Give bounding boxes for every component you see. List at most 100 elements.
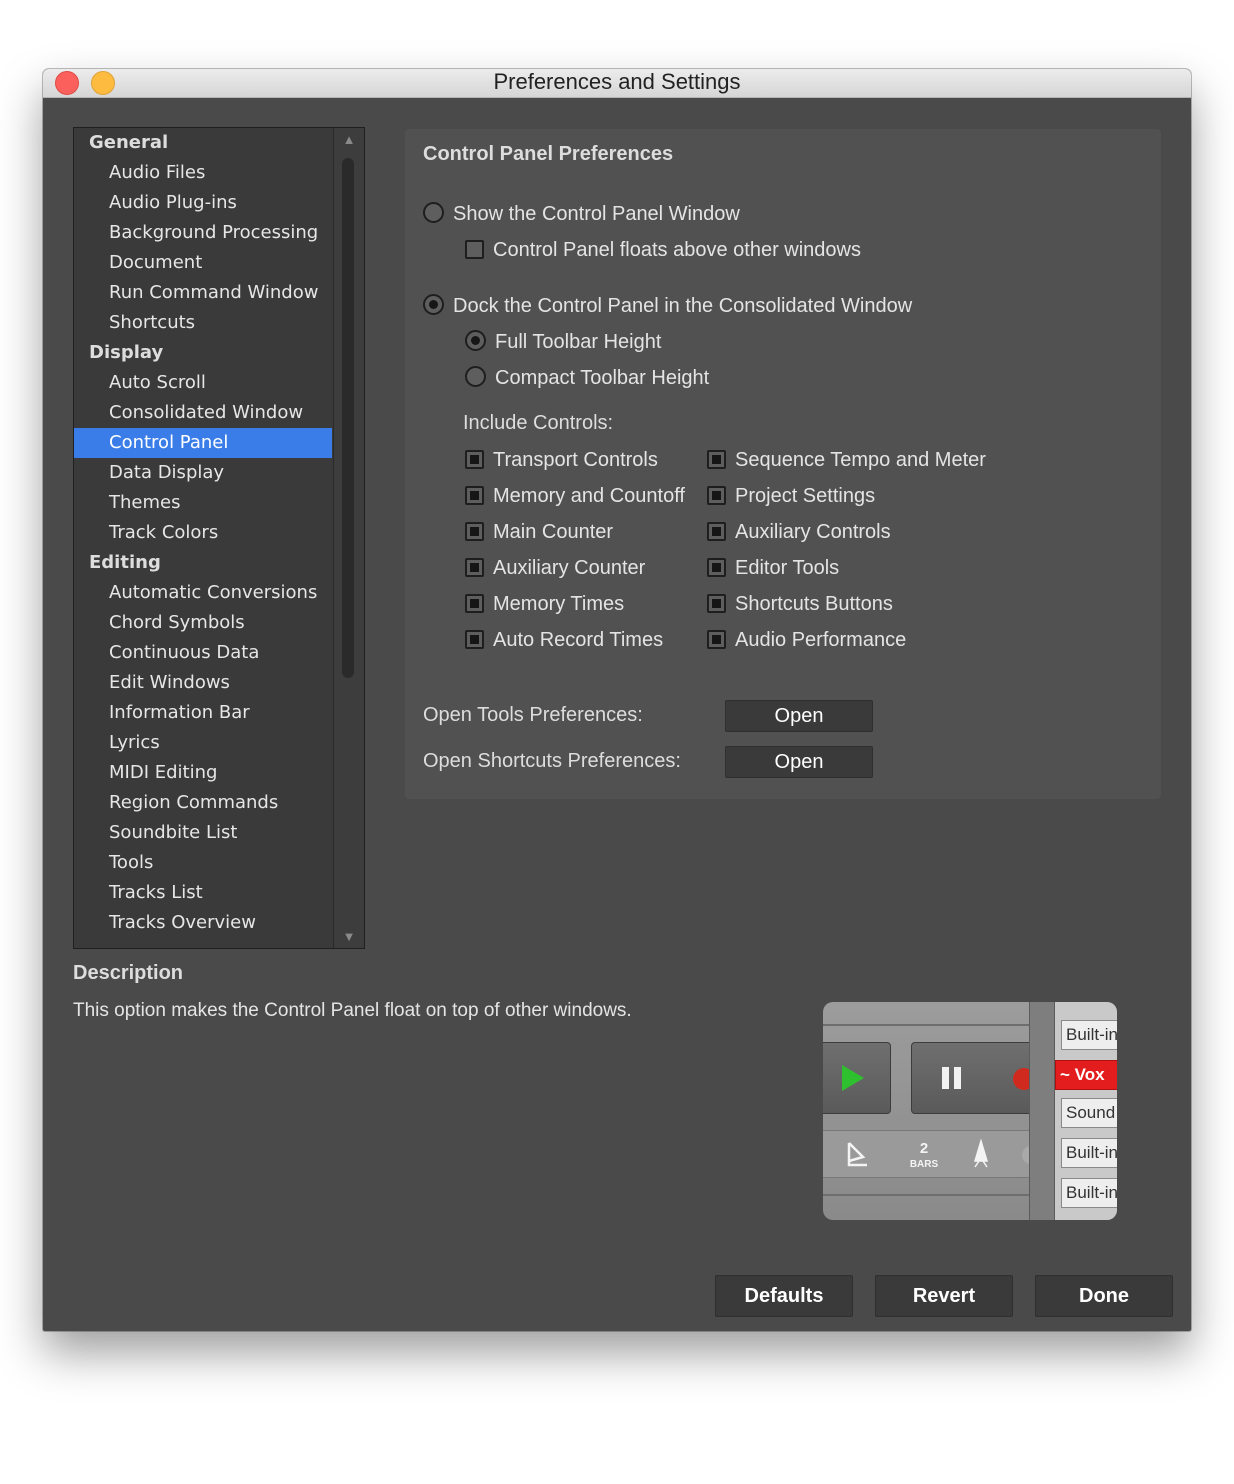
include-control-label: Project Settings <box>735 485 876 507</box>
sidebar-item[interactable]: Chord Symbols <box>74 608 332 638</box>
sidebar-item[interactable]: Tracks Overview <box>74 908 332 938</box>
sidebar-item[interactable]: Continuous Data <box>74 638 332 668</box>
sidebar-item[interactable]: Document <box>74 248 332 278</box>
include-control-checkbox[interactable]: Audio Performance <box>707 628 906 652</box>
checkbox-icon[interactable] <box>707 522 726 541</box>
sidebar-item[interactable]: Automatic Conversions <box>74 578 332 608</box>
include-control-checkbox[interactable]: Main Counter <box>465 520 613 544</box>
control-panel-preferences: Control Panel Preferences Show the Contr… <box>405 129 1161 799</box>
checkbox-icon[interactable] <box>707 558 726 577</box>
sidebar-item[interactable]: Run Command Window <box>74 278 332 308</box>
sidebar-item[interactable]: Lyrics <box>74 728 332 758</box>
preview-pause-button <box>911 1042 1035 1114</box>
sidebar-scrollbar[interactable]: ▲ ▼ <box>333 128 364 948</box>
sidebar-item[interactable]: Track Colors <box>74 518 332 548</box>
checkbox-icon[interactable] <box>707 630 726 649</box>
show-control-panel-radio[interactable]: Show the Control Panel Window <box>423 202 740 226</box>
dock-control-panel-radio[interactable]: Dock the Control Panel in the Consolidat… <box>423 294 912 318</box>
window-title: Preferences and Settings <box>493 69 741 94</box>
full-toolbar-height-radio[interactable]: Full Toolbar Height <box>465 330 661 354</box>
defaults-button[interactable]: Defaults <box>715 1275 853 1317</box>
checkbox-icon[interactable] <box>465 522 484 541</box>
sidebar-item[interactable]: Soundbite List <box>74 818 332 848</box>
include-control-checkbox[interactable]: Memory and Countoff <box>465 484 685 508</box>
play-icon <box>842 1065 864 1091</box>
sidebar-item[interactable]: Audio Files <box>74 158 332 188</box>
show-control-panel-label: Show the Control Panel Window <box>453 203 740 225</box>
revert-button[interactable]: Revert <box>875 1275 1013 1317</box>
checkbox-icon[interactable] <box>465 450 484 469</box>
preferences-window: Preferences and Settings General Audio Fi… <box>43 69 1191 1331</box>
preview-transport: 2 BARS <box>823 1002 1040 1220</box>
sidebar-item[interactable]: Consolidated Window <box>74 398 332 428</box>
include-control-label: Audio Performance <box>735 629 907 651</box>
include-control-label: Auto Record Times <box>493 629 664 651</box>
floats-above-label: Control Panel floats above other windows <box>493 239 861 261</box>
sidebar-item[interactable]: Background Processing <box>74 218 332 248</box>
preview-track-list: Built-in ~ Vox Sound Built-in Built-in <box>1055 1002 1117 1220</box>
preview-track-entry: Built-in <box>1061 1178 1117 1208</box>
sidebar-item[interactable]: Tracks List <box>74 878 332 908</box>
include-control-checkbox[interactable]: Sequence Tempo and Meter <box>707 448 986 472</box>
sidebar-list: General Audio Files Audio Plug-ins Backgrou… <box>74 128 332 938</box>
checkbox-icon[interactable] <box>465 594 484 613</box>
bars-number: 2 <box>920 1140 928 1157</box>
include-control-checkbox[interactable]: Auxiliary Controls <box>707 520 891 544</box>
checkbox-icon[interactable] <box>707 486 726 505</box>
open-tools-prefs-button[interactable]: Open <box>725 700 873 732</box>
sidebar-item[interactable]: Information Bar <box>74 698 332 728</box>
done-button[interactable]: Done <box>1035 1275 1173 1317</box>
include-control-label: Shortcuts Buttons <box>735 593 893 615</box>
checkbox-icon[interactable] <box>465 558 484 577</box>
include-control-label: Auxiliary Controls <box>735 521 891 543</box>
preview-image: 2 BARS Built-in ~ Vox Sound Built-in Built-i… <box>823 1002 1117 1220</box>
sidebar-item[interactable]: Audio Plug-ins <box>74 188 332 218</box>
include-control-checkbox[interactable]: Transport Controls <box>465 448 658 472</box>
include-control-checkbox[interactable]: Shortcuts Buttons <box>707 592 893 616</box>
include-control-label: Sequence Tempo and Meter <box>735 449 986 471</box>
pause-bar-left <box>942 1067 949 1089</box>
sidebar-item[interactable]: Auto Scroll <box>74 368 332 398</box>
preferences-sidebar: General Audio Files Audio Plug-ins Backgrou… <box>73 127 365 949</box>
include-control-checkbox[interactable]: Editor Tools <box>707 556 839 580</box>
checkbox-icon[interactable] <box>465 630 484 649</box>
radio-button-icon[interactable] <box>465 330 486 351</box>
scrollbar-thumb[interactable] <box>342 158 354 678</box>
sidebar-item[interactable]: Shortcuts <box>74 308 332 338</box>
radio-button-icon[interactable] <box>423 294 444 315</box>
checkbox-icon[interactable] <box>465 486 484 505</box>
checkbox-icon[interactable] <box>465 240 484 259</box>
checkbox-icon[interactable] <box>707 450 726 469</box>
sidebar-item[interactable]: Edit Windows <box>74 668 332 698</box>
compact-toolbar-height-radio[interactable]: Compact Toolbar Height <box>465 366 709 390</box>
bars-label: BARS <box>910 1159 939 1170</box>
sidebar-item[interactable]: Control Panel <box>74 428 332 458</box>
preview-play-button <box>823 1042 891 1114</box>
include-control-checkbox[interactable]: Project Settings <box>707 484 875 508</box>
sidebar-item[interactable]: Themes <box>74 488 332 518</box>
sidebar-item[interactable]: MIDI Editing <box>74 758 332 788</box>
preview-track-entry: Sound <box>1061 1098 1117 1128</box>
preview-track-entry: ~ Vox <box>1055 1060 1117 1090</box>
checkbox-icon[interactable] <box>707 594 726 613</box>
floats-above-checkbox[interactable]: Control Panel floats above other windows <box>465 238 861 262</box>
include-control-checkbox[interactable]: Auxiliary Counter <box>465 556 645 580</box>
metronome-icon <box>973 1138 989 1168</box>
preview-divider <box>823 1024 1029 1026</box>
sidebar-item[interactable]: Data Display <box>74 458 332 488</box>
sidebar-item[interactable]: Tools <box>74 848 332 878</box>
open-shortcuts-prefs-button[interactable]: Open <box>725 746 873 778</box>
preview-tools-row: 2 BARS <box>823 1130 1040 1178</box>
preview-track-entry: Built-in <box>1061 1138 1117 1168</box>
radio-button-icon[interactable] <box>465 366 486 387</box>
sidebar-item[interactable]: Region Commands <box>74 788 332 818</box>
description-text: This option makes the Control Panel floa… <box>73 1000 632 1021</box>
description-title: Description <box>73 962 184 984</box>
radio-button-icon[interactable] <box>423 202 444 223</box>
scroll-up-arrow-icon[interactable]: ▲ <box>334 132 364 147</box>
scroll-down-arrow-icon[interactable]: ▼ <box>334 929 364 944</box>
include-control-checkbox[interactable]: Auto Record Times <box>465 628 663 652</box>
include-control-checkbox[interactable]: Memory Times <box>465 592 624 616</box>
dock-control-panel-label: Dock the Control Panel in the Consolidat… <box>453 295 913 317</box>
preview-splitter <box>1029 1002 1055 1220</box>
